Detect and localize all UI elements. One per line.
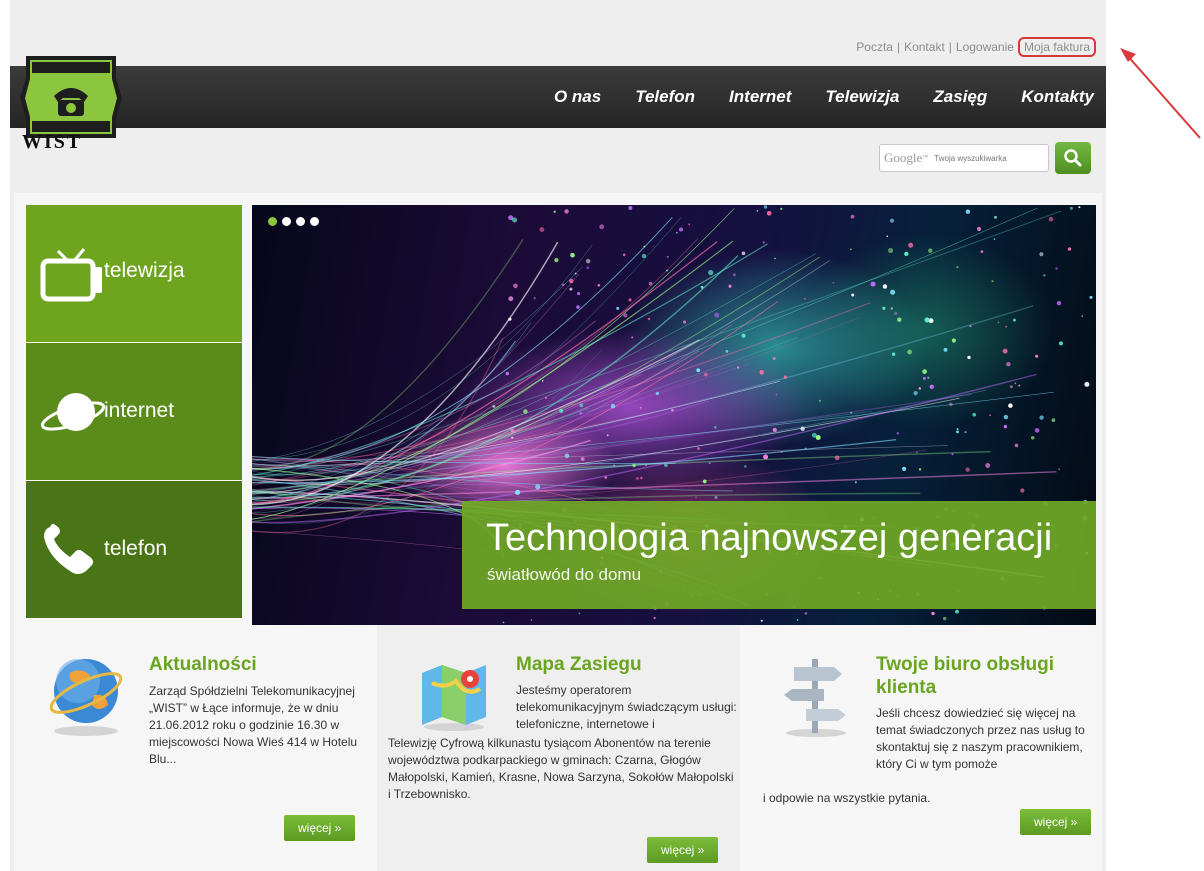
map-title[interactable]: Mapa Zasiegu [516, 653, 642, 676]
news-section: Aktualności Zarząd Spółdzielni Telekomun… [26, 625, 376, 871]
nav-item-telewizja[interactable]: Telewizja [825, 87, 899, 107]
slider-dot[interactable] [310, 217, 319, 226]
tile-telefon[interactable]: telefon [26, 481, 242, 618]
banner-title: Technologia najnowszej generacji [486, 517, 1053, 559]
nav-item-internet[interactable]: Internet [729, 87, 791, 107]
search-box[interactable]: Google ™ [879, 144, 1049, 172]
banner-caption: Technologia najnowszej generacji światło… [462, 501, 1096, 609]
nav-item-zasieg[interactable]: Zasięg [933, 87, 987, 107]
search-brand-tm: ™ [922, 155, 929, 161]
nav-item-kontakty[interactable]: Kontakty [1021, 87, 1094, 107]
tile-label-telefon: telefon [104, 537, 168, 560]
page: Poczta | Kontakt | Logowanie Moja faktura O n… [10, 0, 1106, 871]
main-nav: O nas Telefon Internet Telewizja Zasięg … [554, 66, 1094, 128]
slider-dot[interactable] [296, 217, 305, 226]
office-title[interactable]: Twoje biuro obsługi klienta [876, 653, 1096, 699]
news-text: Zarząd Spółdzielni Telekomunikacyjnej „W… [149, 684, 358, 766]
office-text-bottom: i odpowie na wszystkie pytania. [763, 791, 931, 805]
top-links: Poczta | Kontakt | Logowanie Moja faktura [856, 37, 1096, 57]
coverage-map-section: Mapa Zasiegu Jesteśmy operatorem telekom… [377, 625, 740, 871]
main-nav-bar: O nas Telefon Internet Telewizja Zasięg … [10, 66, 1106, 128]
map-text-bottom: Telewizję Cyfrową kilkunastu tysiącom Ab… [388, 736, 734, 801]
search-icon [1064, 149, 1082, 167]
logo-text: WIST [22, 131, 83, 153]
search-brand: Google [884, 150, 923, 165]
separator: | [948, 40, 952, 54]
customer-office-section: Twoje biuro obsługi klienta Jeśli chcesz… [752, 625, 1102, 871]
map-icon [422, 665, 486, 731]
tile-telewizja[interactable]: telewizja [26, 205, 242, 342]
nav-item-o-nas[interactable]: O nas [554, 87, 601, 107]
signpost-icon [784, 659, 846, 737]
link-logowanie[interactable]: Logowanie [956, 40, 1014, 54]
globe-icon [49, 659, 123, 736]
nav-item-telefon[interactable]: Telefon [635, 87, 695, 107]
banner-slider[interactable]: Technologia najnowszej generacji światło… [252, 205, 1096, 625]
search-button[interactable] [1055, 142, 1091, 174]
news-title[interactable]: Aktualności [149, 653, 257, 676]
slider-dot[interactable] [268, 217, 277, 226]
search-input[interactable] [932, 152, 1037, 164]
office-text-top: Jeśli chcesz dowiedzieć się więcej na te… [876, 706, 1085, 771]
map-text-top: Jesteśmy operatorem telekomunikacyjnym ś… [516, 683, 737, 731]
tile-label-internet: internet [104, 399, 175, 422]
planet-icon [40, 393, 106, 431]
tile-label-telewizja: telewizja [104, 259, 185, 282]
separator: | [896, 40, 901, 54]
link-moja-faktura[interactable]: Moja faktura [1017, 37, 1096, 57]
slider-dot[interactable] [282, 217, 291, 226]
annotation-arrow-icon [1120, 48, 1201, 139]
map-more-button[interactable]: więcej » [647, 837, 719, 863]
link-poczta[interactable]: Poczta [856, 40, 893, 54]
news-more-button[interactable]: więcej » [284, 815, 356, 841]
link-kontakt[interactable]: Kontakt [904, 40, 945, 54]
content-panel: telewizja internet telefon Technologia n… [14, 193, 1102, 871]
office-more-button[interactable]: więcej » [1020, 809, 1092, 835]
banner-subtitle: światłowód do domu [487, 565, 642, 584]
phone-icon [44, 523, 94, 574]
slider-dots [268, 217, 319, 226]
tile-internet[interactable]: internet [26, 343, 242, 480]
tv-icon [40, 248, 102, 302]
